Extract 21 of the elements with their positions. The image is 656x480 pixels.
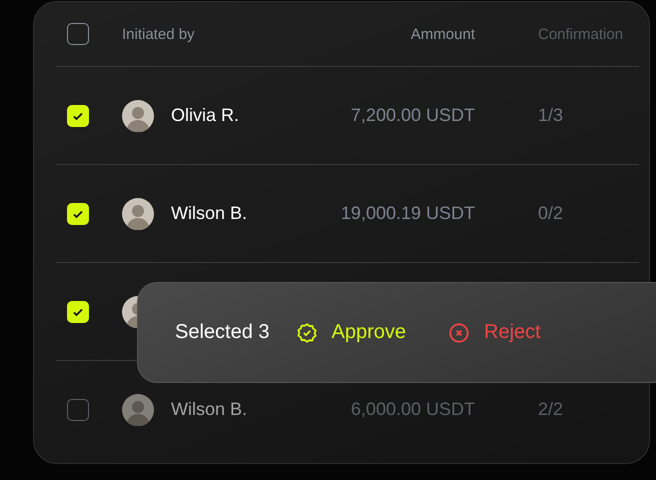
row-checkbox[interactable]	[67, 398, 89, 420]
column-header: Initiated by	[122, 26, 196, 42]
confirmation-cell-text: 0/2	[537, 203, 564, 224]
selected-count: Selected 3	[175, 321, 270, 344]
avatar-icon	[122, 198, 154, 230]
initiator-name: Wilson B.	[171, 399, 248, 420]
avatar-icon	[122, 100, 154, 132]
initiator-name: Olivia R.	[171, 105, 240, 126]
column-header: Ammount	[410, 26, 475, 42]
approve-button[interactable]: Approve	[296, 321, 406, 344]
amount-cell-text: 6,000.00 USDT	[350, 399, 475, 420]
select-all-checkbox[interactable]	[67, 23, 89, 45]
amount-cell-text: 7,200.00 USDT	[350, 105, 475, 126]
confirmation-cell-text: 2/2	[537, 399, 564, 420]
confirmation-cell-text: 1/3	[537, 105, 564, 126]
check-badge-icon	[296, 322, 318, 344]
column-header: Confirmation	[537, 26, 624, 42]
initiator-name: Wilson B.	[171, 203, 248, 224]
close-circle-icon	[448, 322, 470, 344]
avatar-icon	[122, 394, 154, 426]
amount-cell-text: 19,000.19 USDT	[340, 203, 475, 224]
